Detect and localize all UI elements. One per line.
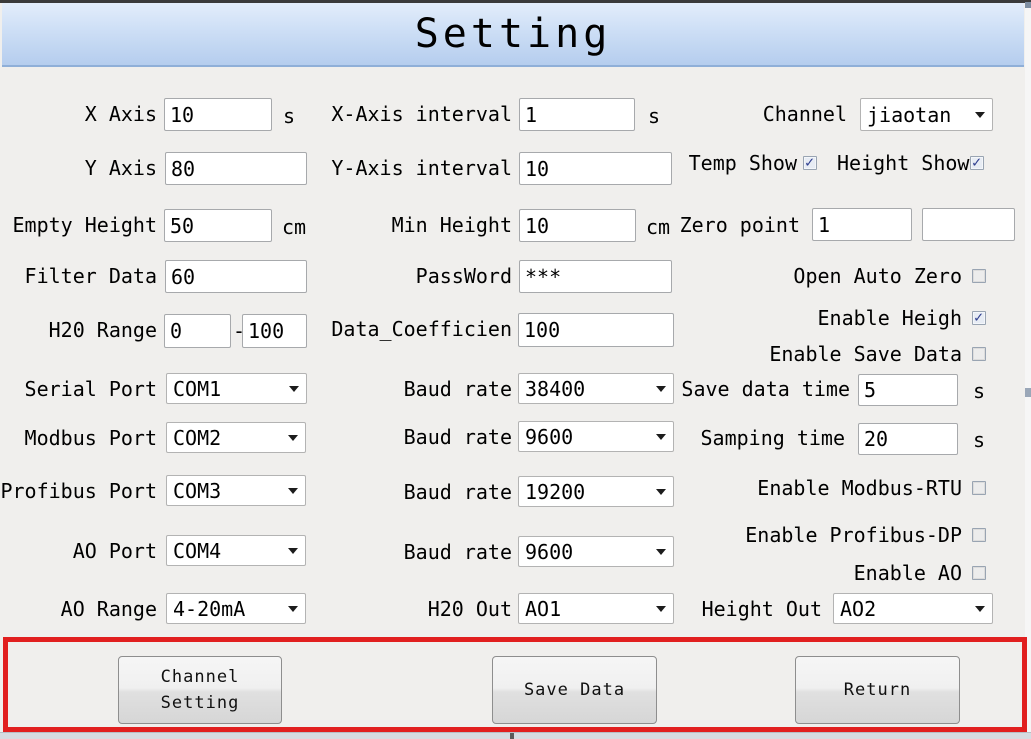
enable-modbus-rtu-label: Enable Modbus-RTU bbox=[640, 478, 962, 498]
ao-baud-value: 9600 bbox=[525, 540, 573, 564]
modbus-baud-label: Baud rate bbox=[320, 421, 512, 454]
enable-ao-label: Enable AO bbox=[640, 563, 962, 583]
ao-baud-label: Baud rate bbox=[320, 536, 512, 569]
h2o-range-from-input[interactable] bbox=[164, 314, 231, 348]
h2o-out-value: AO1 bbox=[525, 597, 561, 621]
empty-height-unit: cm bbox=[282, 211, 306, 244]
serial-port-label: Serial Port bbox=[0, 373, 157, 406]
page-title: Setting bbox=[415, 11, 612, 57]
return-button[interactable]: Return bbox=[795, 656, 960, 724]
modbus-port-value: COM2 bbox=[173, 426, 221, 450]
height-out-select[interactable]: AO2 bbox=[833, 593, 993, 624]
serial-baud-value: 38400 bbox=[525, 377, 585, 401]
channel-value: jiaotan bbox=[867, 103, 951, 127]
profibus-port-label: Profibus Port bbox=[0, 475, 157, 508]
x-axis-unit: s bbox=[283, 100, 295, 133]
min-height-input[interactable] bbox=[519, 209, 636, 242]
save-data-time-unit: s bbox=[973, 375, 985, 408]
empty-height-input[interactable] bbox=[164, 209, 272, 242]
channel-setting-button[interactable]: Channel Setting bbox=[118, 656, 282, 724]
chevron-down-icon bbox=[975, 606, 985, 612]
chevron-down-icon bbox=[288, 606, 298, 612]
background-window-edge bbox=[0, 732, 1031, 739]
chevron-down-icon bbox=[288, 488, 298, 494]
height-show-label: Height Show bbox=[837, 153, 963, 173]
x-axis-input[interactable] bbox=[164, 98, 272, 131]
right-scrollbar-gutter[interactable] bbox=[1025, 2, 1031, 739]
chevron-down-icon bbox=[656, 549, 666, 555]
scrollbar-top-mark bbox=[1025, 2, 1031, 8]
background-window-mark bbox=[510, 733, 514, 739]
y-axis-label: Y Axis bbox=[0, 152, 157, 185]
ao-port-label: AO Port bbox=[0, 535, 157, 568]
x-interval-unit: s bbox=[648, 100, 660, 133]
profibus-port-value: COM3 bbox=[173, 479, 221, 503]
enable-profibus-dp-checkbox[interactable] bbox=[972, 528, 986, 542]
h2o-range-label: H20 Range bbox=[0, 314, 157, 347]
y-axis-input[interactable] bbox=[165, 152, 307, 185]
samping-time-input[interactable] bbox=[858, 423, 958, 455]
zero-point-label: Zero point bbox=[650, 209, 800, 242]
enable-heigh-label: Enable Heigh bbox=[640, 308, 962, 328]
title-bar: Setting bbox=[2, 3, 1024, 67]
serial-baud-select[interactable]: 38400 bbox=[518, 373, 674, 404]
profibus-baud-label: Baud rate bbox=[320, 476, 512, 509]
password-label: PassWord bbox=[320, 260, 512, 293]
enable-ao-checkbox[interactable] bbox=[972, 566, 986, 580]
height-out-value: AO2 bbox=[840, 597, 876, 621]
empty-height-label: Empty Height bbox=[0, 209, 157, 242]
channel-select[interactable]: jiaotan bbox=[860, 98, 993, 131]
height-show-checkbox[interactable] bbox=[970, 156, 984, 170]
save-data-time-input[interactable] bbox=[858, 374, 958, 406]
h2o-range-to-input[interactable] bbox=[242, 314, 307, 348]
x-interval-input[interactable] bbox=[519, 98, 635, 131]
ao-port-value: COM4 bbox=[173, 539, 221, 563]
save-data-button[interactable]: Save Data bbox=[492, 656, 657, 724]
ao-range-select[interactable]: 4-20mA bbox=[166, 593, 306, 624]
zero-point-input-2[interactable] bbox=[922, 208, 1015, 241]
temp-show-checkbox[interactable] bbox=[803, 156, 817, 170]
enable-save-data-checkbox[interactable] bbox=[972, 347, 986, 361]
ao-range-value: 4-20mA bbox=[173, 597, 245, 621]
modbus-baud-select[interactable]: 9600 bbox=[518, 421, 674, 452]
profibus-baud-value: 19200 bbox=[525, 480, 585, 504]
h2o-out-label: H20 Out bbox=[320, 593, 512, 626]
height-out-label: Height Out bbox=[660, 593, 822, 626]
modbus-baud-value: 9600 bbox=[525, 425, 573, 449]
serial-baud-label: Baud rate bbox=[320, 373, 512, 406]
min-height-label: Min Height bbox=[320, 209, 512, 242]
filter-data-input[interactable] bbox=[165, 260, 307, 293]
h2o-out-select[interactable]: AO1 bbox=[518, 593, 674, 624]
enable-profibus-dp-label: Enable Profibus-DP bbox=[640, 525, 962, 545]
enable-heigh-checkbox[interactable] bbox=[972, 311, 986, 325]
zero-point-input[interactable] bbox=[812, 208, 912, 241]
open-auto-zero-label: Open Auto Zero bbox=[640, 266, 962, 286]
data-coefficien-label: Data_Coefficien bbox=[320, 313, 512, 346]
profibus-port-select[interactable]: COM3 bbox=[166, 475, 306, 506]
enable-modbus-rtu-checkbox[interactable] bbox=[972, 481, 986, 495]
y-interval-label: Y-Axis interval bbox=[320, 152, 512, 185]
serial-port-value: COM1 bbox=[173, 377, 221, 401]
ao-port-select[interactable]: COM4 bbox=[166, 535, 306, 566]
modbus-port-select[interactable]: COM2 bbox=[166, 422, 306, 453]
chevron-down-icon bbox=[289, 386, 299, 392]
ao-range-label: AO Range bbox=[0, 593, 157, 626]
serial-port-select[interactable]: COM1 bbox=[166, 373, 307, 404]
x-axis-label: X Axis bbox=[0, 98, 157, 131]
x-interval-label: X-Axis interval bbox=[320, 98, 512, 131]
open-auto-zero-checkbox[interactable] bbox=[972, 269, 986, 283]
channel-label: Channel bbox=[690, 98, 847, 131]
samping-time-label: Samping time bbox=[655, 422, 845, 455]
chevron-down-icon bbox=[288, 548, 298, 554]
chevron-down-icon bbox=[975, 112, 985, 118]
scrollbar-mid-mark bbox=[1025, 388, 1031, 397]
enable-save-data-label: Enable Save Data bbox=[640, 344, 962, 364]
save-data-time-label: Save data time bbox=[660, 373, 850, 406]
temp-show-label: Temp Show bbox=[650, 153, 797, 173]
chevron-down-icon bbox=[288, 435, 298, 441]
modbus-port-label: Modbus Port bbox=[0, 422, 157, 455]
samping-time-unit: s bbox=[973, 424, 985, 457]
filter-data-label: Filter Data bbox=[0, 260, 157, 293]
